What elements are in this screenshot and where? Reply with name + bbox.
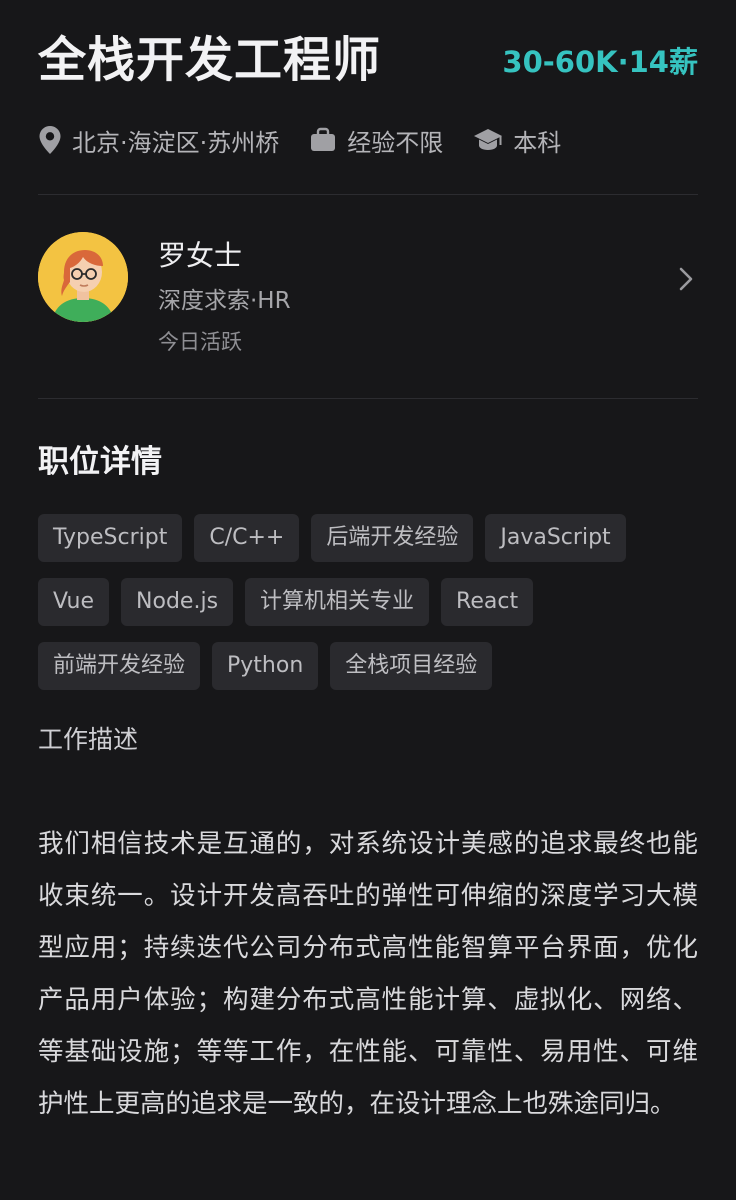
job-description-text: 我们相信技术是互通的，对系统设计美感的追求最终也能收束统一。设计开发高吞吐的弹性… (38, 829, 698, 1119)
skill-tag: C/C++ (194, 514, 300, 562)
divider (38, 398, 698, 399)
skill-tag: Vue (38, 578, 110, 626)
recruiter-card[interactable]: 罗女士 深度求索·HR 今日活跃 (38, 230, 698, 370)
section-title-job-details: 职位详情 (38, 444, 162, 480)
job-meta-row: 北京·海淀区·苏州桥 经验不限 本科 (38, 118, 591, 162)
recruiter-name: 罗女士 (158, 239, 243, 272)
divider (38, 194, 698, 195)
skill-tag: JavaScript (485, 514, 626, 562)
experience-item: 经验不限 (309, 123, 443, 158)
location-pin-icon (39, 126, 61, 154)
experience-text: 经验不限 (347, 128, 444, 157)
skill-tag: 后端开发经验 (311, 514, 474, 562)
location-item: 北京·海淀区·苏州桥 (38, 123, 279, 158)
recruiter-active-status: 今日活跃 (158, 330, 242, 354)
job-title: 全栈开发工程师 (38, 32, 382, 88)
title-row: 全栈开发工程师 30-60K·14薪 (38, 28, 698, 92)
skill-tag: Node.js (121, 578, 234, 626)
skill-tag: Python (212, 642, 319, 690)
avatar (38, 232, 128, 322)
skill-tag: 前端开发经验 (38, 642, 201, 690)
location-text: 北京·海淀区·苏州桥 (72, 128, 280, 157)
skill-tag: 全栈项目经验 (330, 642, 493, 690)
skill-tag: TypeScript (38, 514, 183, 562)
job-description-label: 工作描述 (38, 725, 139, 754)
skill-tag: 计算机相关专业 (245, 578, 430, 626)
briefcase-icon (311, 127, 336, 151)
graduation-cap-icon (474, 129, 503, 150)
recruiter-title: 深度求索·HR (158, 288, 291, 314)
skill-tag: React (441, 578, 534, 626)
salary-label: 30-60K·14薪 (502, 45, 698, 79)
chevron-right-icon[interactable] (678, 266, 694, 292)
skill-tags: TypeScript C/C++ 后端开发经验 JavaScript Vue N… (38, 514, 718, 706)
education-text: 本科 (513, 128, 562, 157)
education-item: 本科 (473, 123, 561, 158)
